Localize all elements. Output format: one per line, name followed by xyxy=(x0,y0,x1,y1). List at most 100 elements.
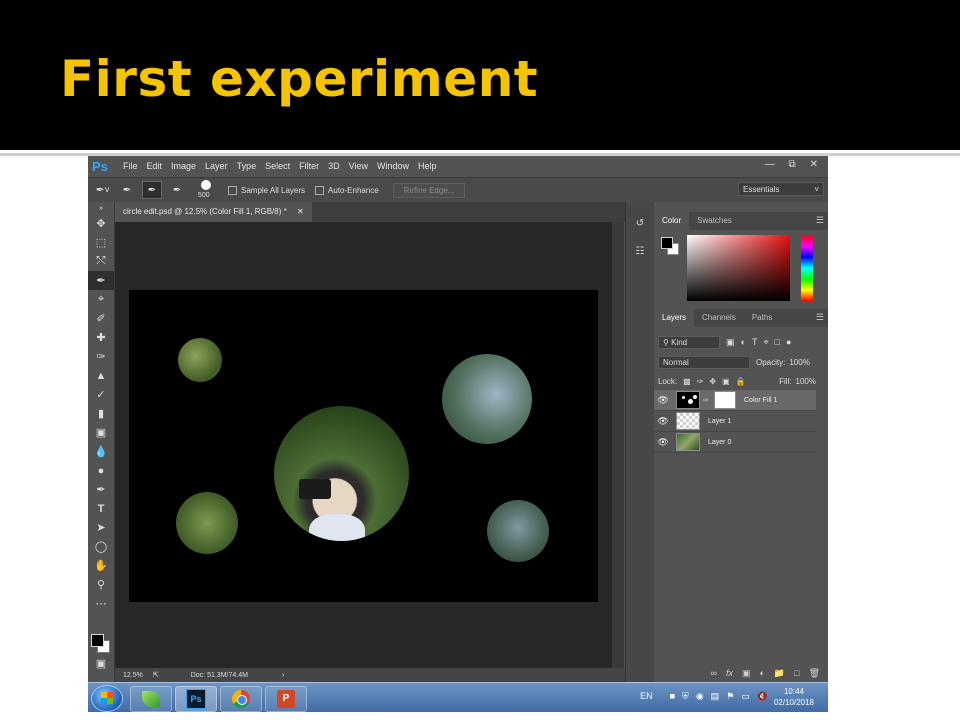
lock-transparent-icon[interactable]: ▩ xyxy=(683,377,691,386)
status-menu-arrow-icon[interactable]: › xyxy=(282,672,284,679)
more-tools-icon[interactable]: ⋯ xyxy=(88,594,114,613)
eye-icon[interactable]: 👁 xyxy=(654,437,672,448)
link-layers-icon[interactable]: ∞ xyxy=(711,668,717,678)
shape-filter-icon[interactable]: ⌖ xyxy=(763,337,768,348)
shield-icon[interactable]: ⛨ xyxy=(682,691,689,702)
new-group-icon[interactable]: 📁 xyxy=(774,668,785,679)
language-indicator[interactable]: EN xyxy=(640,691,653,702)
pen-tool-icon[interactable]: ✒ xyxy=(88,480,114,499)
gradient-tool-icon[interactable]: ▣ xyxy=(88,423,114,442)
blur-tool-icon[interactable]: 💧 xyxy=(88,442,114,461)
type-tool-icon[interactable]: T xyxy=(88,499,114,518)
taskbar-app-leaf[interactable] xyxy=(130,686,172,712)
network-icon[interactable]: ▤ xyxy=(711,691,720,702)
delete-layer-icon[interactable]: 🗑 xyxy=(809,668,820,679)
start-button[interactable] xyxy=(91,685,123,712)
taskbar-clock[interactable]: 10:44 02/10/2018 xyxy=(766,686,822,708)
eyedropper-tool-icon[interactable]: ✐ xyxy=(88,309,114,328)
taskbar-app-photoshop[interactable]: Ps xyxy=(175,686,217,712)
menu-filter[interactable]: Filter xyxy=(299,161,319,171)
taskbar-app-powerpoint[interactable]: P xyxy=(265,686,307,712)
tray-app-icon[interactable]: ■ xyxy=(670,691,675,702)
tab-paths[interactable]: Paths xyxy=(744,309,780,327)
refine-edge-button[interactable]: Refine Edge... xyxy=(392,182,466,198)
tab-channels[interactable]: Channels xyxy=(694,309,744,327)
restore-icon[interactable]: ⧉ xyxy=(788,159,795,170)
menu-layer[interactable]: Layer xyxy=(205,161,228,171)
workspace-select[interactable]: Essentials ˅ xyxy=(738,182,824,196)
layer-row[interactable]: 👁 Layer 1 xyxy=(654,411,816,432)
menu-edit[interactable]: Edit xyxy=(147,161,163,171)
adjustment-filter-icon[interactable]: ◐ xyxy=(741,337,746,347)
clone-stamp-tool-icon[interactable]: ▲ xyxy=(88,366,114,385)
lasso-tool-icon[interactable]: ⤲ xyxy=(88,252,114,271)
pixel-filter-icon[interactable]: ▣ xyxy=(726,337,735,348)
subtract-selection-icon[interactable]: ✒ xyxy=(168,182,186,198)
tray-monitor-icon[interactable]: ◉ xyxy=(696,691,704,702)
flag-icon[interactable]: ⚑ xyxy=(726,691,734,702)
document-tab[interactable]: circle edit.psd @ 12.5% (Color Fill 1, R… xyxy=(115,202,312,222)
tab-color[interactable]: Color xyxy=(654,212,690,230)
smart-object-filter-icon[interactable]: □ xyxy=(775,337,780,347)
layers-menu-icon[interactable]: ☰ xyxy=(816,312,824,323)
toolbar-collapse-icon[interactable]: » xyxy=(88,202,114,214)
filter-toggle-icon[interactable]: ● xyxy=(786,337,791,347)
lock-position-icon[interactable]: ✥ xyxy=(709,377,716,386)
healing-brush-tool-icon[interactable]: ✚ xyxy=(88,328,114,347)
lock-artboard-icon[interactable]: ▣ xyxy=(722,377,730,386)
menu-3d[interactable]: 3D xyxy=(328,161,340,171)
history-brush-tool-icon[interactable]: ✓ xyxy=(88,385,114,404)
quick-selection-tool-icon[interactable]: ✒ xyxy=(88,271,114,290)
add-mask-icon[interactable]: ▣ xyxy=(742,668,751,679)
foreground-color-swatch[interactable] xyxy=(91,634,104,647)
layer-row[interactable]: 👁 ∞ Color Fill 1 xyxy=(654,390,816,411)
close-tab-icon[interactable]: ✕ xyxy=(297,207,304,216)
brush-size-picker[interactable]: 500 xyxy=(196,179,218,201)
blend-mode-select[interactable]: Normal xyxy=(658,355,750,369)
export-icon[interactable]: ⇱ xyxy=(153,671,159,679)
menu-select[interactable]: Select xyxy=(265,161,290,171)
tab-layers[interactable]: Layers xyxy=(654,309,695,327)
move-tool-icon[interactable]: ✥ xyxy=(88,214,114,233)
crop-tool-icon[interactable]: ⌖ xyxy=(88,290,114,309)
add-to-selection-icon[interactable]: ✒ xyxy=(142,181,162,199)
quick-mask-icon[interactable]: ▣ xyxy=(88,654,114,673)
fx-icon[interactable]: fx xyxy=(726,668,733,678)
layer-row[interactable]: 👁 Layer 0 xyxy=(654,432,816,453)
color-field[interactable] xyxy=(687,235,790,301)
eye-icon[interactable]: 👁 xyxy=(654,416,672,427)
lock-image-icon[interactable]: ✑ xyxy=(697,377,704,386)
auto-enhance-checkbox[interactable] xyxy=(315,185,325,195)
vertical-scrollbar[interactable] xyxy=(612,222,624,668)
path-selection-tool-icon[interactable]: ➤ xyxy=(88,518,114,537)
brush-tool-icon[interactable]: ✑ xyxy=(88,347,114,366)
panel-foreground-swatch[interactable] xyxy=(661,237,673,249)
new-selection-icon[interactable]: ✒ xyxy=(118,182,136,198)
kind-filter-select[interactable]: ⚲ Kind xyxy=(658,335,720,349)
type-filter-icon[interactable]: T xyxy=(752,337,758,347)
menu-window[interactable]: Window xyxy=(377,161,409,171)
eye-icon[interactable]: 👁 xyxy=(654,395,672,406)
action-center-icon[interactable]: ▭ xyxy=(741,691,750,702)
hand-tool-icon[interactable]: ✋ xyxy=(88,556,114,575)
close-icon[interactable]: ✕ xyxy=(810,159,818,170)
dodge-tool-icon[interactable]: ● xyxy=(88,461,114,480)
minimize-icon[interactable]: — xyxy=(764,159,774,170)
menu-file[interactable]: File xyxy=(123,161,138,171)
hue-slider[interactable] xyxy=(801,235,813,301)
taskbar-app-chrome[interactable] xyxy=(220,686,262,712)
menu-help[interactable]: Help xyxy=(418,161,437,171)
fill-value[interactable]: 100% xyxy=(796,377,816,386)
opacity-value[interactable]: 100% xyxy=(789,358,809,367)
canvas-area[interactable] xyxy=(115,222,612,668)
panel-menu-icon[interactable]: ☰ xyxy=(816,215,824,226)
shape-tool-icon[interactable]: ◯ xyxy=(88,537,114,556)
menu-image[interactable]: Image xyxy=(171,161,196,171)
quick-select-preset-icon[interactable]: ✒˅ xyxy=(94,182,112,198)
zoom-tool-icon[interactable]: ⚲ xyxy=(88,575,114,594)
menu-type[interactable]: Type xyxy=(237,161,257,171)
image-canvas[interactable] xyxy=(129,290,598,602)
new-layer-icon[interactable]: □ xyxy=(794,668,799,678)
adjustment-layer-icon[interactable]: ◐ xyxy=(759,668,764,678)
zoom-level[interactable]: 12.5% xyxy=(123,672,143,679)
